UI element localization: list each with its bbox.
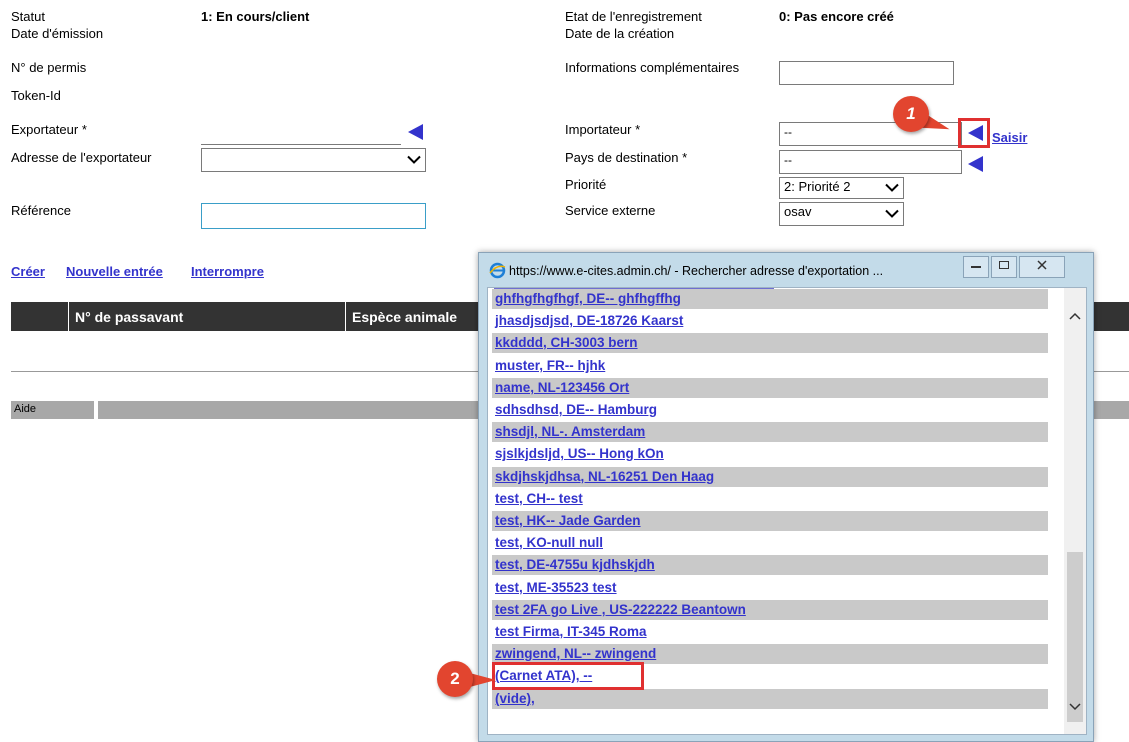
nouvelle-entree-link[interactable]: Nouvelle entrée [66,264,163,279]
list-item[interactable]: test, KO-null null [492,533,1048,553]
minimize-button[interactable] [963,256,989,278]
scroll-up-icon[interactable] [1069,312,1081,320]
saisir-link[interactable]: Saisir [992,130,1027,145]
list-item[interactable]: zwingend, NL-- zwingend [492,644,1048,664]
date-emission-label: Date d'émission [11,26,104,41]
callout-1: 1 [893,96,929,132]
statut-label: Statut [11,9,45,24]
scroll-down-icon[interactable] [1069,703,1081,711]
scrollbar-thumb[interactable] [1067,552,1083,722]
popup-title: https://www.e-cites.admin.ch/ - Recherch… [509,264,884,278]
service-select[interactable]: osav [779,202,904,226]
priorite-value: 2: Priorité 2 [784,179,851,194]
list-item[interactable]: test, HK-- Jade Garden [492,511,1048,531]
column-divider [345,302,346,331]
chevron-down-icon [407,155,421,164]
infos-input[interactable] [779,61,954,85]
list-item[interactable]: ghfhgfhgfhgf, DE-- ghfhgffhg [492,289,1048,309]
priorite-label: Priorité [565,177,607,192]
pays-input[interactable]: -- [779,150,962,174]
infos-label: Informations complémentaires [565,60,740,75]
callout-2: 2 [437,661,473,697]
column-divider [68,302,69,331]
reference-label: Référence [11,203,71,218]
maximize-button[interactable] [991,256,1017,278]
list-item[interactable]: sjslkjdsljd, US-- Hong kOn [492,444,1048,464]
statut-value: 1: En cours/client [201,9,310,24]
list-item[interactable]: kkdddd, CH-3003 bern [492,333,1048,353]
reference-input[interactable] [201,203,426,229]
close-button[interactable] [1019,256,1065,278]
token-label: Token-Id [11,88,61,103]
ie-icon [489,262,506,279]
aide-label: Aide [14,403,37,415]
service-label: Service externe [565,203,656,218]
interrompre-link[interactable]: Interrompre [191,264,264,279]
service-value: osav [784,204,812,219]
list-item[interactable]: skdjhskjdhsa, NL-16251 Den Haag [492,467,1048,487]
close-icon [1037,260,1047,270]
list-item[interactable]: jhasdjsdjsd, DE-18726 Kaarst [492,311,1048,331]
list-item[interactable]: sdhsdhsd, DE-- Hamburg [492,400,1048,420]
list-item[interactable]: test, CH-- test [492,489,1048,509]
adresse-exp-select[interactable] [201,148,426,172]
col-espece[interactable]: Espèce animale [352,309,457,325]
list-item[interactable]: test, DE-4755u kjdhskjdh [492,555,1048,575]
chevron-down-icon [885,183,899,192]
importateur-lookup-icon[interactable] [968,125,983,141]
importateur-label: Importateur * [565,122,641,137]
list-item[interactable]: name, NL-123456 Ort [492,378,1048,398]
minimize-icon [971,266,981,268]
date-creation-label: Date de la création [565,26,675,41]
exportateur-lookup-icon[interactable] [408,124,423,140]
aide-tab[interactable]: Aide [11,401,94,419]
exportateur-label: Exportateur * [11,122,87,137]
list-item[interactable]: test, ME-35523 test [492,578,1048,598]
chevron-down-icon [885,209,899,218]
permis-label: N° de permis [11,60,87,75]
list-item[interactable]: test Firma, IT-345 Roma [492,622,1048,642]
exportateur-field[interactable] [201,144,401,145]
priorite-select[interactable]: 2: Priorité 2 [779,177,904,199]
list-item[interactable]: test 2FA go Live , US-222222 Beantown [492,600,1048,620]
list-item[interactable]: (vide), [492,689,1048,709]
creer-link[interactable]: Créer [11,264,45,279]
scrollbar[interactable] [1064,288,1086,734]
adresse-exp-label: Adresse de l'exportateur [11,150,152,165]
popup-window[interactable]: https://www.e-cites.admin.ch/ - Recherch… [478,252,1094,742]
maximize-icon [999,261,1009,269]
col-passavant[interactable]: N° de passavant [75,309,183,325]
list-item[interactable]: shsdjl, NL-. Amsterdam [492,422,1048,442]
pays-lookup-icon[interactable] [968,156,983,172]
list-item[interactable]: muster, FR-- hjhk [492,356,1048,376]
etat-label: Etat de l'enregistrement [565,9,702,24]
pays-label: Pays de destination * [565,150,688,165]
etat-value: 0: Pas encore créé [779,9,894,24]
popup-list-area[interactable]: ghfhgfhgfhgf, DE-- ghfhgffhg jhasdjsdjsd,… [487,287,1087,735]
highlight-box-2 [492,662,644,690]
